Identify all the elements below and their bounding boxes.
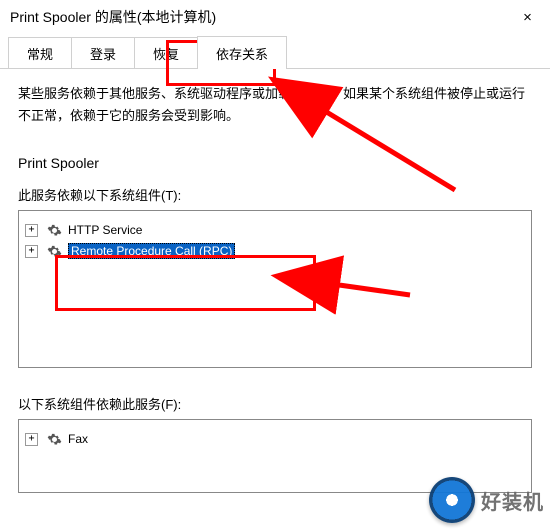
properties-dialog: Print Spooler 的属性(本地计算机) × 常规 登录 恢复 依存关系… <box>0 0 550 529</box>
tree-row[interactable]: + Fax <box>25 429 525 449</box>
title-bar: Print Spooler 的属性(本地计算机) × <box>0 0 550 34</box>
watermark-logo-icon <box>429 477 475 523</box>
depends-on-tree[interactable]: + HTTP Service + Remote Procedure Call (… <box>18 210 532 368</box>
tree-row[interactable]: + HTTP Service <box>25 220 525 240</box>
service-name-label: Print Spooler <box>18 155 532 171</box>
gear-icon <box>46 431 62 447</box>
depends-on-label: 此服务依赖以下系统组件(T): <box>18 185 532 204</box>
tree-item-label[interactable]: Remote Procedure Call (RPC) <box>68 243 235 259</box>
expand-toggle[interactable]: + <box>25 245 38 258</box>
expand-toggle[interactable]: + <box>25 224 38 237</box>
window-title: Print Spooler 的属性(本地计算机) <box>10 7 216 27</box>
tab-recovery[interactable]: 恢复 <box>134 37 198 68</box>
tab-dependencies[interactable]: 依存关系 <box>197 36 287 69</box>
gear-icon <box>46 222 62 238</box>
description-text: 某些服务依赖于其他服务、系统驱动程序或加载顺序组。如果某个系统组件被停止或运行不… <box>18 83 532 127</box>
watermark-text: 好装机 <box>481 486 544 515</box>
expand-toggle[interactable]: + <box>25 433 38 446</box>
dependents-label: 以下系统组件依赖此服务(F): <box>18 394 532 413</box>
watermark: 好装机 <box>429 477 544 523</box>
gear-icon <box>46 243 62 259</box>
tree-item-label[interactable]: HTTP Service <box>68 223 142 237</box>
tab-general[interactable]: 常规 <box>8 37 72 68</box>
tree-row[interactable]: + Remote Procedure Call (RPC) <box>25 241 525 261</box>
close-button[interactable]: × <box>505 1 550 33</box>
tab-logon[interactable]: 登录 <box>71 37 135 68</box>
tab-content: 某些服务依赖于其他服务、系统驱动程序或加载顺序组。如果某个系统组件被停止或运行不… <box>0 69 550 503</box>
tab-strip: 常规 登录 恢复 依存关系 <box>0 38 550 69</box>
tree-item-label[interactable]: Fax <box>68 432 88 446</box>
